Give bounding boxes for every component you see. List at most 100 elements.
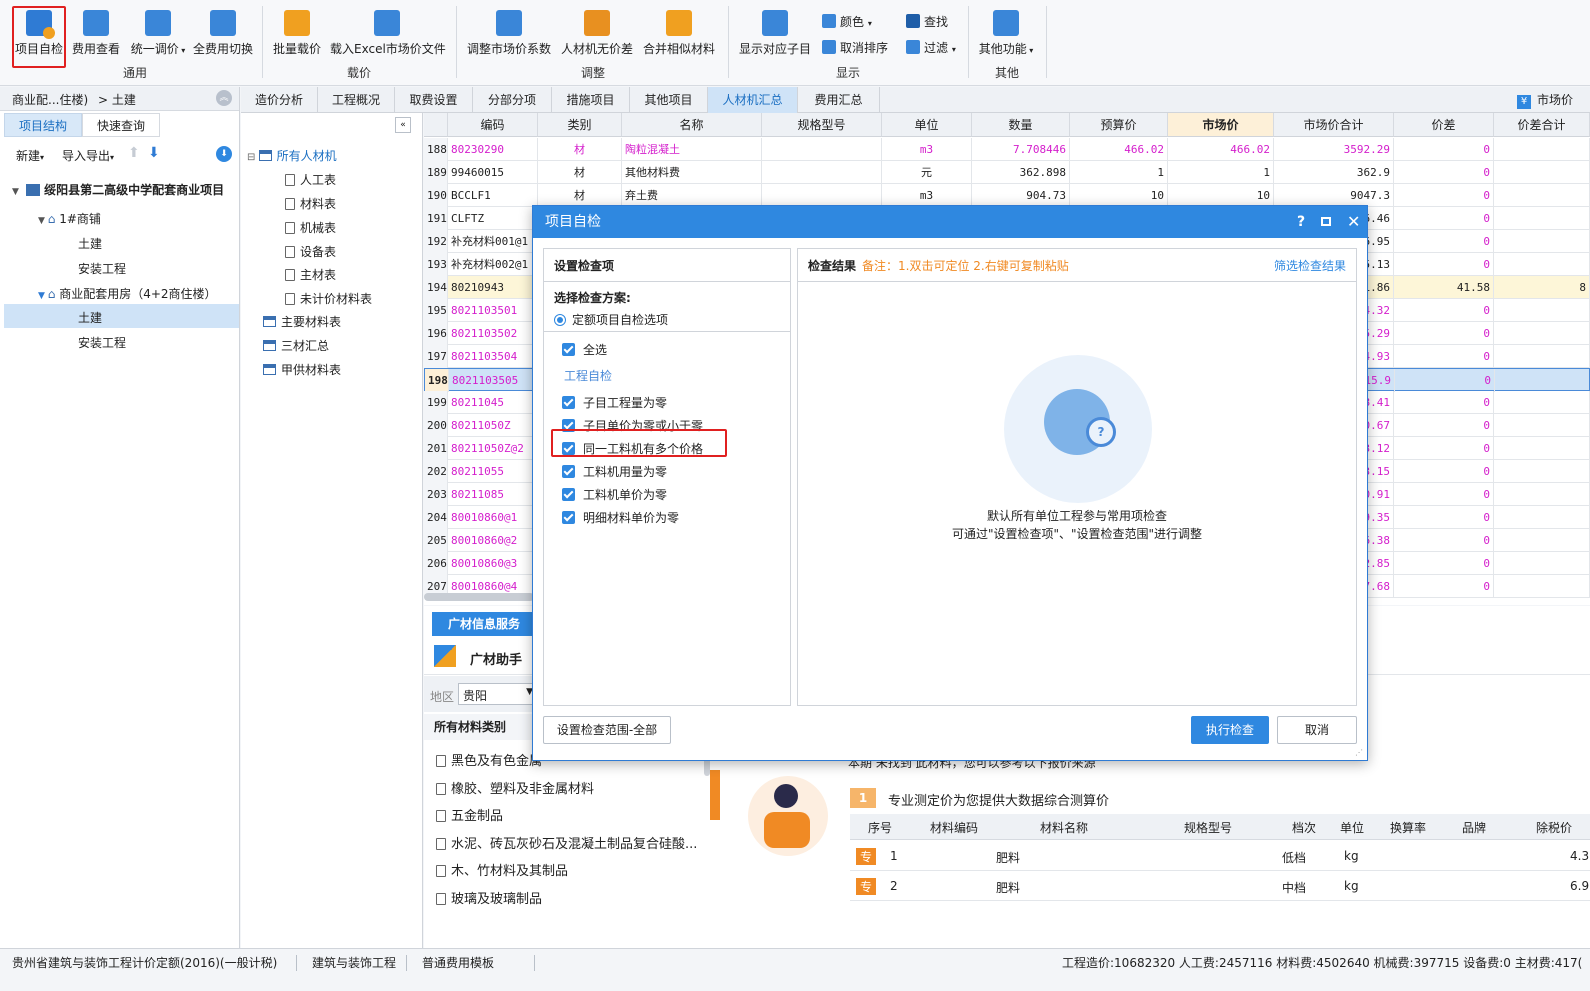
table-cell[interactable]: 其他材料费 xyxy=(622,161,762,184)
table-cell[interactable]: 192 xyxy=(424,230,448,253)
table-cell[interactable]: 200 xyxy=(424,414,448,437)
table-cell[interactable]: 362.9 xyxy=(1274,161,1394,184)
no-price-diff-button[interactable]: 人材机无价差 xyxy=(560,6,634,58)
table-cell[interactable]: 0 xyxy=(1394,161,1494,184)
table-cell[interactable]: m3 xyxy=(882,184,972,207)
collapse-left-icon[interactable]: « xyxy=(395,117,411,133)
run-check-button[interactable]: 执行检查 xyxy=(1191,716,1269,744)
batch-load-price-button[interactable]: 批量载价 xyxy=(272,6,322,58)
table-cell[interactable]: 206 xyxy=(424,552,448,575)
table-cell[interactable]: BCCLF1 xyxy=(448,184,538,207)
check-item[interactable]: 明细材料单价为零 xyxy=(562,509,679,526)
table-cell[interactable] xyxy=(1494,437,1590,460)
resize-grip-icon[interactable]: ⋰ xyxy=(1355,748,1363,757)
table-cell[interactable]: 188 xyxy=(424,138,448,161)
new-menu[interactable]: 新建▾ xyxy=(16,147,44,164)
table-row[interactable]: 189 99460015 材其他材料费元 362.898 1 1 362.9 0 xyxy=(424,161,1590,184)
tab-cost-analysis[interactable]: 造价分析 xyxy=(241,87,318,113)
collapse-up-icon[interactable]: ︽ xyxy=(216,90,232,106)
table-cell[interactable]: 0 xyxy=(1394,414,1494,437)
table-cell[interactable]: 195 xyxy=(424,299,448,322)
load-excel-price-button[interactable]: 载入Excel市场价文件 xyxy=(330,6,446,58)
table-cell[interactable] xyxy=(1494,161,1590,184)
table-cell[interactable]: 196 xyxy=(424,322,448,345)
table-cell[interactable] xyxy=(1494,184,1590,207)
quote-row[interactable]: 专1 肥料 低档 kg 4.31 xyxy=(850,842,1590,871)
tree-all-materials[interactable]: ⊟ 所有人材机 xyxy=(247,147,337,164)
tree-material-table[interactable]: 材料表 xyxy=(285,195,336,212)
tree-major-materials[interactable]: 主要材料表 xyxy=(263,313,341,330)
tree-labor-table[interactable]: 人工表 xyxy=(285,171,336,188)
tab-quick-query[interactable]: 快速查询 xyxy=(82,113,160,137)
table-cell[interactable]: 80010860@1 xyxy=(448,506,538,529)
market-price-toggle[interactable]: ¥ 市场价 xyxy=(1517,91,1573,109)
maximize-icon[interactable] xyxy=(1321,217,1331,226)
grid-header-market-total[interactable]: 市场价合计 xyxy=(1274,113,1394,137)
table-cell[interactable]: 201 xyxy=(424,437,448,460)
tree-owner-supplied[interactable]: 甲供材料表 xyxy=(263,361,341,378)
table-cell[interactable]: 0 xyxy=(1394,230,1494,253)
tab-material-service[interactable]: 广材信息服务 xyxy=(432,612,536,636)
table-cell[interactable]: 0 xyxy=(1394,529,1494,552)
table-cell[interactable]: 80230290 xyxy=(448,138,538,161)
table-cell[interactable]: 99460015 xyxy=(448,161,538,184)
grid-header-qty[interactable]: 数量 xyxy=(972,113,1070,137)
help-icon[interactable]: ? xyxy=(1297,206,1305,238)
tree-node-shop[interactable]: ▼ ⌂ 1#商铺 xyxy=(38,210,101,227)
check-item[interactable]: 子目工程量为零 xyxy=(562,394,667,411)
table-cell[interactable]: 0 xyxy=(1394,138,1494,161)
table-cell[interactable]: 80210943 xyxy=(448,276,538,299)
table-cell[interactable]: 190 xyxy=(424,184,448,207)
table-cell[interactable]: 弃土费 xyxy=(622,184,762,207)
grid-header-type[interactable]: 类别 xyxy=(538,113,622,137)
tab-fee-setting[interactable]: 取费设置 xyxy=(395,87,473,113)
grid-header-code[interactable]: 编码 xyxy=(448,113,538,137)
table-cell[interactable]: 191 xyxy=(424,207,448,230)
table-cell[interactable]: 0 xyxy=(1394,299,1494,322)
tab-fee-summary[interactable]: 费用汇总 xyxy=(798,87,880,113)
region-select[interactable]: 贵阳 ▼ xyxy=(458,683,538,705)
table-cell[interactable] xyxy=(1494,529,1590,552)
tree-leaf-install-1[interactable]: 安装工程 xyxy=(78,260,126,277)
table-cell[interactable]: 3592.29 xyxy=(1274,138,1394,161)
table-row[interactable]: 190 BCCLF1 材弃土费 m3 904.73 10 10 9047.3 0 xyxy=(424,184,1590,207)
full-fee-switch-button[interactable]: 全费用切换 xyxy=(192,6,254,58)
table-cell[interactable]: 0 xyxy=(1394,207,1494,230)
grid-header-unit[interactable]: 单位 xyxy=(882,113,972,137)
table-cell[interactable]: 202 xyxy=(424,460,448,483)
table-cell[interactable]: 7.708446 xyxy=(972,138,1070,161)
category-item[interactable]: 木、竹材料及其制品 xyxy=(436,860,568,879)
tab-division-items[interactable]: 分部分项 xyxy=(473,87,552,113)
download-icon[interactable]: ⬇ xyxy=(216,146,232,162)
table-cell[interactable]: 10 xyxy=(1070,184,1168,207)
table-cell[interactable] xyxy=(1494,345,1590,368)
table-cell[interactable]: 362.898 xyxy=(972,161,1070,184)
table-cell[interactable]: 10 xyxy=(1168,184,1274,207)
check-item[interactable]: 工料机用量为零 xyxy=(562,463,667,480)
table-cell[interactable]: 元 xyxy=(882,161,972,184)
tree-unpriced-table[interactable]: 未计价材料表 xyxy=(285,290,372,307)
table-cell[interactable]: 0 xyxy=(1394,437,1494,460)
grid-header-diff-total[interactable]: 价差合计 xyxy=(1494,113,1590,137)
table-cell[interactable]: 0 xyxy=(1395,369,1495,392)
tab-project-structure[interactable]: 项目结构 xyxy=(4,113,82,137)
horizontal-scrollbar[interactable] xyxy=(424,593,534,601)
import-export-menu[interactable]: 导入导出▾ xyxy=(62,147,114,164)
tree-machine-table[interactable]: 机械表 xyxy=(285,219,336,236)
table-cell[interactable]: 8021103501 xyxy=(448,299,538,322)
table-cell[interactable]: 193 xyxy=(424,253,448,276)
table-cell[interactable] xyxy=(1494,552,1590,575)
table-cell[interactable]: 80211085 xyxy=(448,483,538,506)
table-cell[interactable]: 8 xyxy=(1494,276,1590,299)
table-cell[interactable] xyxy=(762,161,882,184)
table-cell[interactable] xyxy=(1494,322,1590,345)
scheme-radio[interactable]: 定额项目自检选项 xyxy=(554,311,668,328)
table-cell[interactable]: 8021103504 xyxy=(448,345,538,368)
category-item[interactable]: 水泥、砖瓦灰砂石及混凝土制品复合硅酸... xyxy=(436,833,697,852)
tree-leaf-civil-2[interactable]: 土建 xyxy=(78,309,102,326)
table-cell[interactable]: 194 xyxy=(424,276,448,299)
dialog-titlebar[interactable]: 项目自检 ? ✕ xyxy=(533,206,1367,238)
table-cell[interactable]: 203 xyxy=(424,483,448,506)
category-item[interactable]: 五金制品 xyxy=(436,805,503,824)
table-cell[interactable]: 0 xyxy=(1394,391,1494,414)
